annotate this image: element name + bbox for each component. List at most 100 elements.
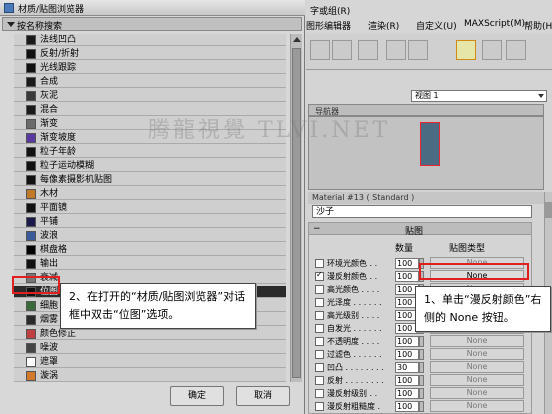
maps-rollout-title: 贴图 [405,227,424,237]
map-amount-field[interactable]: 100 [395,336,419,347]
map-amount-field[interactable]: 100 [395,271,419,282]
map-amount-field[interactable]: 100 [395,401,419,412]
list-item[interactable]: 每像素摄影机贴图 [14,174,286,186]
menu-item[interactable]: 渲染(R) [368,19,399,32]
list-item[interactable]: 灰泥 [14,90,286,102]
list-item[interactable]: 平面镜 [14,202,286,214]
chevron-down-icon[interactable] [7,22,15,27]
map-row: 反射 . . . . . . . . 100 None [315,374,529,387]
list-item-label: 法线凹凸 [40,35,77,45]
map-amount-field[interactable]: 100 [395,388,419,399]
map-enable-checkbox[interactable] [315,389,324,398]
map-swatch-icon [26,189,36,199]
list-item[interactable]: 反射/折射 [14,48,286,60]
maps-rollout-header[interactable]: − 贴图 [309,223,531,237]
schematic-icon[interactable] [408,40,428,60]
amount-spinner[interactable] [419,401,424,412]
curve-editor-icon[interactable] [386,40,406,60]
align-icon[interactable] [358,40,378,60]
list-item-label: 粒子运动模糊 [40,161,95,171]
amount-spinner[interactable] [419,375,424,386]
list-item[interactable]: 颜色修正 [14,328,286,340]
map-enable-checkbox[interactable] [315,337,324,346]
select-icon[interactable] [310,40,330,60]
move-icon[interactable] [332,40,352,60]
map-slot-name: 反射 . . . . . . . . [327,376,384,385]
map-amount-field[interactable]: 100 [395,258,419,269]
render-setup-icon[interactable] [482,40,502,60]
map-enable-checkbox[interactable] [315,270,324,281]
list-item[interactable]: 输出 [14,258,286,270]
cancel-button[interactable]: 取消 [236,386,290,406]
menu-item[interactable]: 图形编辑器 [306,19,351,32]
map-swatch-icon [26,259,36,269]
map-none-button[interactable]: None [430,387,524,399]
menu-row: 图形编辑器 渲染(R) 自定义(U) MAXScript(M) 帮助(H) [306,18,552,32]
map-swatch-icon [26,49,36,59]
view-select[interactable]: 视图 1 [411,90,547,102]
list-item[interactable]: 遮罩 [14,356,286,368]
map-row: 漫反射粗糙度 . 100 None [315,400,529,413]
list-item-label: 烟雾 [40,315,59,325]
amount-spinner[interactable] [419,336,424,347]
map-none-button[interactable]: None [430,400,524,412]
amount-spinner[interactable] [419,349,424,360]
map-amount-field[interactable]: 100 [395,375,419,386]
dialog-titlebar[interactable]: 材质/贴图浏览器 [0,0,305,16]
list-item[interactable]: 漩涡 [14,370,286,382]
list-item[interactable]: 棋盘格 [14,244,286,256]
map-enable-checkbox[interactable] [315,376,324,385]
menu-item[interactable]: 字或组(R) [310,4,350,17]
amount-spinner[interactable] [419,388,424,399]
collapse-icon[interactable]: − [313,224,321,234]
menu-item[interactable]: MAXScript(M) [464,19,525,29]
map-enable-checkbox[interactable] [315,259,324,268]
material-editor-icon[interactable] [456,40,476,60]
map-none-button[interactable]: None [430,348,524,360]
menu-item[interactable]: 帮助(H) [524,19,552,32]
map-list[interactable]: 法线凹凸 反射/折射 光线跟踪 合成 灰泥 混合 渐变 渐变坡度 粒子年龄 粒子运动模糊 每像素摄影… [14,34,286,382]
list-item-label: 输出 [40,259,59,269]
scroll-up-icon[interactable] [293,37,301,42]
list-item[interactable]: 平铺 [14,216,286,228]
map-none-button[interactable]: None [430,335,524,347]
render-icon[interactable] [506,40,526,60]
map-swatch-icon [26,119,36,129]
amount-spinner[interactable] [419,362,424,373]
map-enable-checkbox[interactable] [315,298,324,307]
scrollbar-thumb[interactable] [292,48,301,378]
ok-button[interactable]: 确定 [170,386,224,406]
material-preview-box[interactable] [420,122,440,166]
map-amount-field[interactable]: 30 [395,362,419,373]
map-enable-checkbox[interactable] [315,285,324,294]
map-none-button[interactable]: None [430,374,524,386]
list-item[interactable]: 木材 [14,188,286,200]
map-enable-checkbox[interactable] [315,311,324,320]
search-by-name-bar[interactable]: 按名称搜索 [2,17,302,32]
list-item[interactable]: 法线凹凸 [14,34,286,46]
material-name-field[interactable]: 沙子 [312,205,532,218]
list-item[interactable]: 噪波 [14,342,286,354]
list-item-label: 渐变坡度 [40,133,77,143]
scrollbar-thumb[interactable] [545,202,552,218]
map-enable-checkbox[interactable] [315,363,324,372]
map-none-button[interactable]: None [430,361,524,373]
watermark: 腾龍視覺 TLVI.NET [148,118,391,143]
map-enable-checkbox[interactable] [315,402,324,411]
map-slot-name: 漫反射级别 . . [327,389,378,398]
list-scrollbar[interactable] [290,34,302,382]
list-item[interactable]: 粒子年龄 [14,146,286,158]
map-amount-field[interactable]: 100 [395,349,419,360]
list-item[interactable]: 光线跟踪 [14,62,286,74]
map-slot-name: 自发光 . . . . . . [327,324,382,333]
menu-item[interactable]: 自定义(U) [416,19,457,32]
list-item[interactable]: 合成 [14,76,286,88]
list-item-label: 灰泥 [40,91,59,101]
list-item[interactable]: 波浪 [14,230,286,242]
map-swatch-icon [26,105,36,115]
map-enable-checkbox[interactable] [315,350,324,359]
map-enable-checkbox[interactable] [315,324,324,333]
list-item[interactable]: 粒子运动模糊 [14,160,286,172]
list-item-label: 合成 [40,77,59,87]
map-swatch-icon [26,161,36,171]
